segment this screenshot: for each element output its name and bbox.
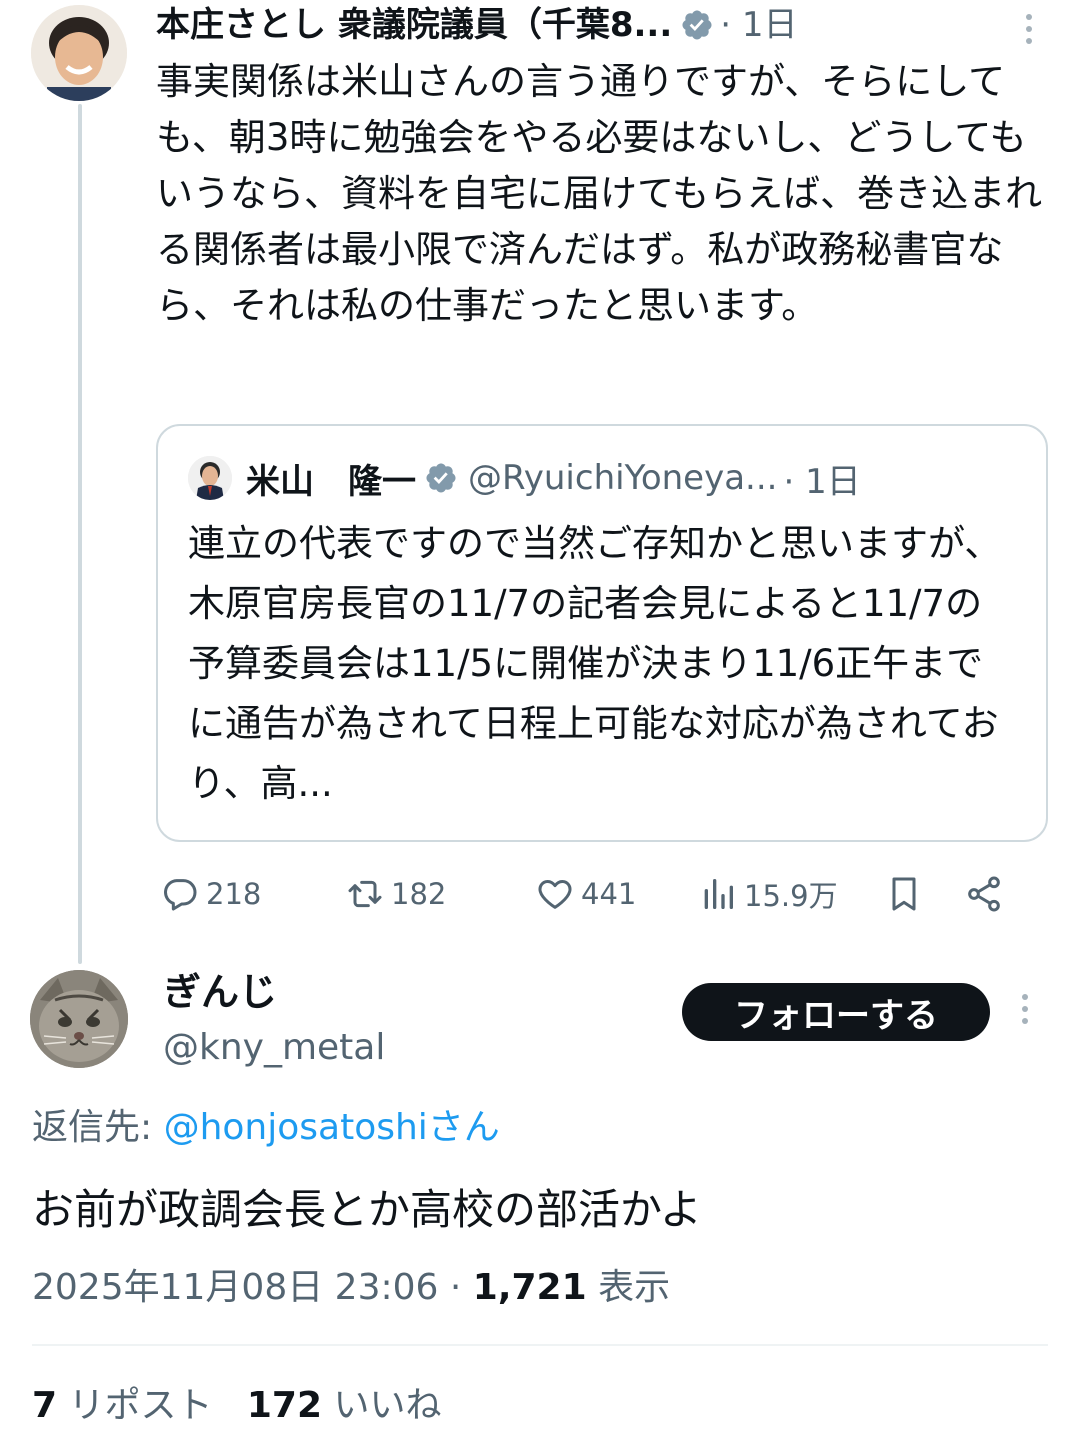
reply-author-avatar[interactable] [30,970,128,1068]
divider [32,1344,1048,1346]
quoted-author-handle: @RyuichiYoneya... [468,458,778,498]
heart-icon [538,880,572,909]
tweet-action-bar: 218 182 441 15.9万 [160,868,1040,920]
quoted-tweet-text: 連立の代表ですので当然ご存知かと思いますが、木原官房長官の11/7の記者会見によ… [188,522,1002,805]
reply-to-mention-link[interactable]: @honjosatoshiさん [164,1107,500,1148]
like-count: 441 [581,877,637,911]
verified-badge-icon [682,10,712,40]
thread-connector-line [78,104,82,964]
quoted-author-avatar [188,456,232,500]
like-total[interactable]: 172 [247,1385,322,1426]
reply-tweet-text: お前が政調会長とか高校の部活かよ [32,1185,702,1234]
repost-total[interactable]: 7 [32,1385,57,1426]
repost-total-label[interactable]: リポスト [57,1385,213,1426]
more-options-icon[interactable] [1022,994,1028,1024]
more-options-icon[interactable] [1026,14,1032,44]
reply-author-name[interactable]: ぎんじ [163,968,277,1016]
tweet-timestamp[interactable]: 2025年11月08日 23:06 · [32,1267,473,1308]
quoted-tweet-card[interactable]: 米山 隆一 @RyuichiYoneya... · 1日 連立の代表ですので当然… [156,424,1048,842]
like-total-label[interactable]: いいね [322,1385,441,1426]
parent-author-name[interactable]: 本庄さとし 衆議院議員（千葉8... [156,5,672,45]
analytics-icon [704,879,733,909]
quoted-author-name: 米山 隆一 [246,461,416,502]
parent-tweet-header: 本庄さとし 衆議院議員（千葉8... · 1日 [156,0,1056,50]
parent-author-avatar[interactable] [31,5,127,101]
reply-button[interactable]: 218 [160,874,345,914]
quoted-tweet-header: 米山 隆一 @RyuichiYoneya... · 1日 [188,454,861,502]
reply-count: 218 [206,877,262,911]
repost-button[interactable]: 182 [345,874,535,914]
tweet-meta: 2025年11月08日 23:06 · 1,721 表示 [32,1264,670,1312]
reply-to-label: 返信先: [32,1107,164,1148]
tweet-view-label: 表示 [586,1267,671,1308]
engagement-stats: 7 リポスト 172 いいね [32,1382,441,1430]
bookmark-button[interactable] [884,874,964,914]
parent-tweet-time[interactable]: · 1日 [720,5,797,45]
share-icon [968,876,1000,912]
view-count: 15.9万 [744,879,838,913]
reply-context: 返信先: @honjosatoshiさん [32,1104,500,1152]
parent-tweet-text: 事実関係は米山さんの言う通りですが、そらにしても、朝3時に勉強会をやる必要はない… [156,60,1043,327]
tweet-view-count: 1,721 [472,1267,587,1308]
views-button[interactable]: 15.9万 [698,873,884,915]
like-button[interactable]: 441 [535,874,698,914]
follow-button[interactable]: フォローする [682,983,990,1041]
reply-author-handle[interactable]: @kny_metal [163,1026,385,1070]
parent-tweet[interactable]: 本庄さとし 衆議院議員（千葉8... · 1日 事実関係は米山さんの言う通りです… [156,0,1056,334]
share-button[interactable] [964,874,1010,914]
bookmark-icon [892,877,916,911]
reply-icon [164,879,197,911]
repost-count: 182 [391,877,447,911]
verified-badge-icon [426,463,456,493]
repost-icon [348,880,382,908]
quoted-tweet-time: · 1日 [783,461,861,502]
